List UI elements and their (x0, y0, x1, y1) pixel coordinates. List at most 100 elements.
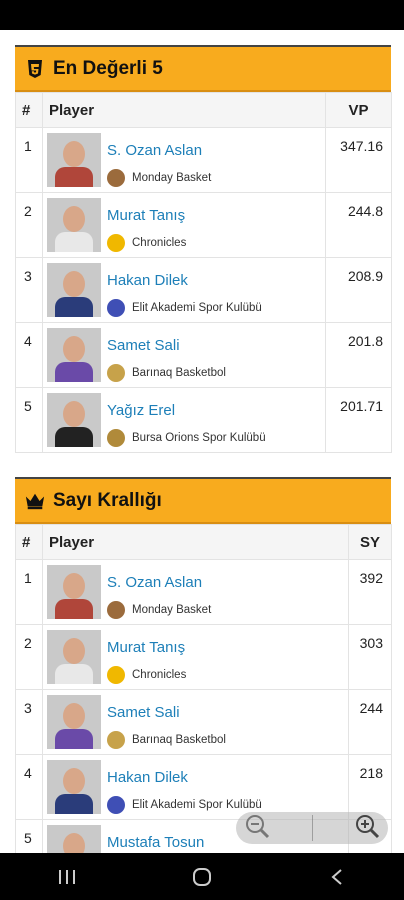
player-name-link[interactable]: S. Ozan Aslan (107, 574, 211, 591)
team-logo-icon (107, 234, 125, 252)
table-header-row: # Player SY (15, 524, 392, 560)
table-row[interactable]: 2 Murat Tanış Chronicles 303 (15, 624, 392, 690)
player-cell: S. Ozan Aslan Monday Basket (42, 559, 349, 625)
player-cell: Murat Tanış Chronicles (42, 192, 326, 258)
player-photo[interactable] (47, 695, 101, 749)
table-row[interactable]: 4 Samet Sali Barınaq Basketbol 201.8 (15, 322, 392, 388)
recents-icon[interactable] (47, 857, 87, 897)
player-cell: Yağız Erel Bursa Orions Spor Kulübü (42, 387, 326, 453)
player-name-link[interactable]: Murat Tanış (107, 207, 186, 224)
player-photo[interactable] (47, 630, 101, 684)
table-row[interactable]: 3 Hakan Dilek Elit Akademi Spor Kulübü 208.… (15, 257, 392, 323)
player-photo[interactable] (47, 760, 101, 814)
team-logo-icon (107, 429, 125, 447)
mvp-card-title: En Değerli 5 (53, 57, 163, 79)
rank-column-header: # (15, 92, 43, 128)
player-column-header: Player (42, 92, 326, 128)
table-row[interactable]: 3 Samet Sali Barınaq Basketbol 244 (15, 689, 392, 755)
table-row[interactable]: 4 Hakan Dilek Elit Akademi Spor Kulübü 218 (15, 754, 392, 820)
team-logo-icon (107, 731, 125, 749)
player-name-link[interactable]: Yağız Erel (107, 402, 266, 419)
rank-cell: 2 (15, 192, 43, 258)
player-cell: Murat Tanış Chronicles (42, 624, 349, 690)
table-row[interactable]: 5 Yağız Erel Bursa Orions Spor Kulübü 201.7… (15, 387, 392, 453)
player-photo[interactable] (47, 133, 101, 187)
team-logo-icon (107, 364, 125, 382)
value-column-header: SY (348, 524, 392, 560)
table-row[interactable]: 1 S. Ozan Aslan Monday Basket 392 (15, 559, 392, 625)
value-cell: 244.8 (325, 192, 392, 258)
value-cell: 347.16 (325, 127, 392, 193)
mvp-card: En Değerli 5 # Player VP 1 S. Ozan Aslan M… (15, 45, 392, 453)
rank-cell: 5 (15, 819, 43, 853)
player-photo[interactable] (47, 825, 101, 853)
rank-column-header: # (15, 524, 43, 560)
html5-shield-icon (25, 59, 45, 79)
rank-cell: 1 (15, 559, 43, 625)
scoring-card-title: Sayı Krallığı (53, 489, 162, 511)
value-cell: 218 (348, 754, 392, 820)
rank-cell: 2 (15, 624, 43, 690)
table-header-row: # Player VP (15, 92, 392, 128)
team-name[interactable]: Chronicles (132, 669, 186, 681)
system-nav-bar (0, 853, 404, 900)
zoom-in-icon[interactable] (354, 813, 380, 844)
player-name-link[interactable]: Murat Tanış (107, 639, 186, 656)
player-name-link[interactable]: Hakan Dilek (107, 769, 262, 786)
player-name-link[interactable]: Samet Sali (107, 337, 226, 354)
mvp-card-header: En Değerli 5 (15, 45, 391, 92)
table-row[interactable]: 2 Murat Tanış Chronicles 244.8 (15, 192, 392, 258)
rank-cell: 5 (15, 387, 43, 453)
scoring-card: Sayı Krallığı # Player SY 1 S. Ozan Aslan… (15, 477, 392, 853)
rank-cell: 4 (15, 754, 43, 820)
player-cell: Hakan Dilek Elit Akademi Spor Kulübü (42, 257, 326, 323)
player-name-link[interactable]: S. Ozan Aslan (107, 142, 211, 159)
team-name[interactable]: Monday Basket (132, 604, 211, 616)
rank-cell: 1 (15, 127, 43, 193)
team-name[interactable]: Bursa Orions Spor Kulübü (132, 432, 266, 444)
team-name[interactable]: Elit Akademi Spor Kulübü (132, 302, 262, 314)
value-column-header: VP (325, 92, 392, 128)
player-name-link[interactable]: Mustafa Tosun (107, 834, 204, 851)
crown-icon (25, 491, 45, 511)
player-name-link[interactable]: Samet Sali (107, 704, 226, 721)
player-photo[interactable] (47, 198, 101, 252)
team-logo-icon (107, 299, 125, 317)
rank-cell: 3 (15, 689, 43, 755)
player-cell: Samet Sali Barınaq Basketbol (42, 322, 326, 388)
team-logo-icon (107, 169, 125, 187)
player-column-header: Player (42, 524, 349, 560)
team-name[interactable]: Barınaq Basketbol (132, 734, 226, 746)
value-cell: 208.9 (325, 257, 392, 323)
value-cell: 201.8 (325, 322, 392, 388)
player-photo[interactable] (47, 393, 101, 447)
value-cell: 303 (348, 624, 392, 690)
rank-cell: 4 (15, 322, 43, 388)
zoom-control (236, 812, 388, 844)
mvp-table: # Player VP 1 S. Ozan Aslan Monday Basket 3… (15, 92, 392, 453)
scoring-table: # Player SY 1 S. Ozan Aslan Monday Basket 3… (15, 524, 392, 853)
value-cell: 392 (348, 559, 392, 625)
team-name[interactable]: Elit Akademi Spor Kulübü (132, 799, 262, 811)
team-name[interactable]: Barınaq Basketbol (132, 367, 226, 379)
back-icon[interactable] (317, 857, 357, 897)
player-cell: S. Ozan Aslan Monday Basket (42, 127, 326, 193)
home-icon[interactable] (182, 857, 222, 897)
value-cell: 244 (348, 689, 392, 755)
team-name[interactable]: Chronicles (132, 237, 186, 249)
team-logo-icon (107, 601, 125, 619)
player-name-link[interactable]: Hakan Dilek (107, 272, 262, 289)
table-row[interactable]: 1 S. Ozan Aslan Monday Basket 347.16 (15, 127, 392, 193)
zoom-divider (311, 815, 313, 841)
player-cell: Hakan Dilek Elit Akademi Spor Kulübü (42, 754, 349, 820)
page-content[interactable]: En Değerli 5 # Player VP 1 S. Ozan Aslan M… (0, 30, 404, 853)
player-photo[interactable] (47, 565, 101, 619)
player-photo[interactable] (47, 263, 101, 317)
team-logo-icon (107, 666, 125, 684)
team-logo-icon (107, 796, 125, 814)
team-name[interactable]: Monday Basket (132, 172, 211, 184)
zoom-out-icon[interactable] (244, 813, 270, 844)
player-photo[interactable] (47, 328, 101, 382)
value-cell: 201.71 (325, 387, 392, 453)
scoring-card-header: Sayı Krallığı (15, 477, 391, 524)
